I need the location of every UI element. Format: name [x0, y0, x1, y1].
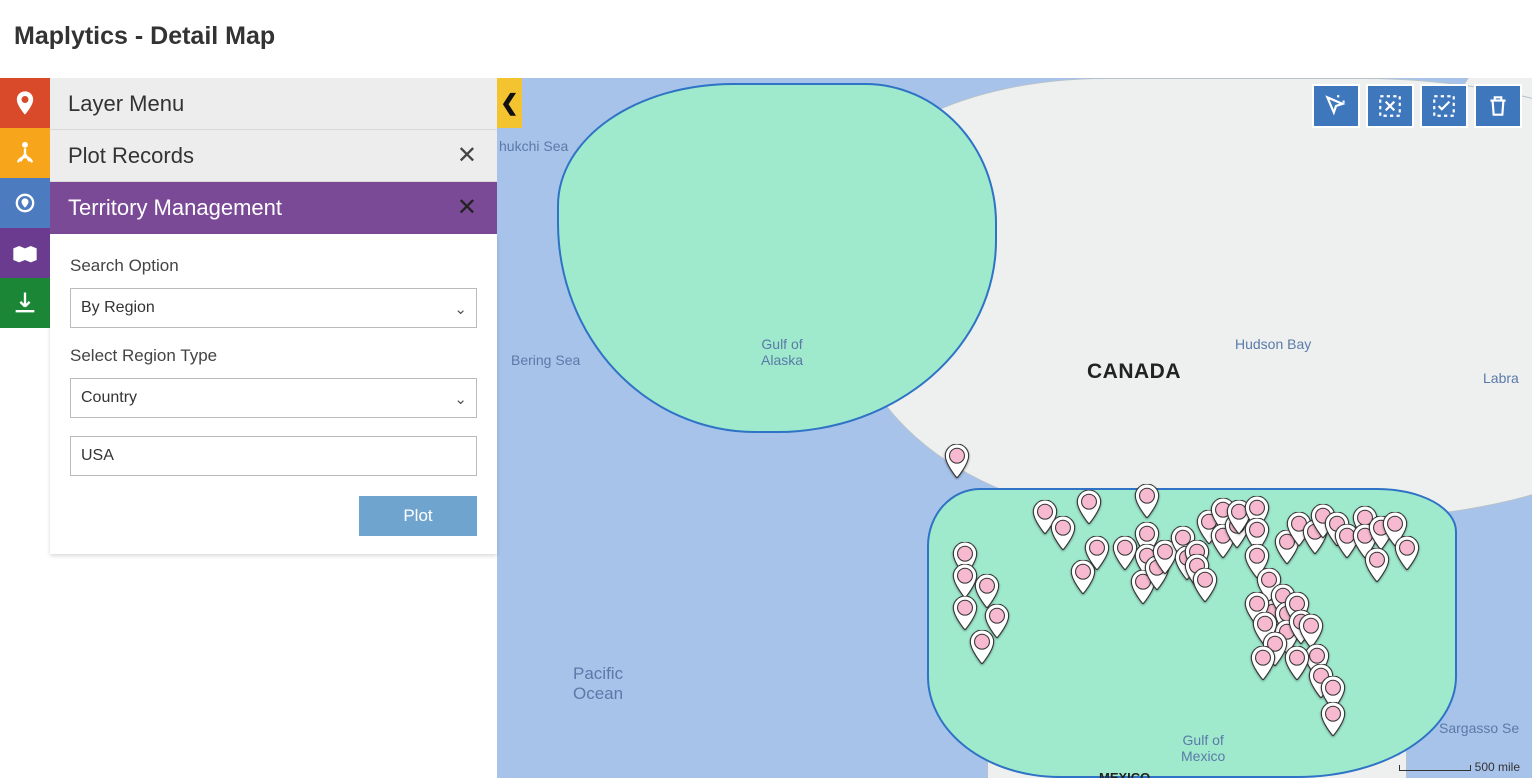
- side-panel: Layer Menu Plot Records ✕ Territory Mana…: [50, 78, 497, 778]
- map-pin[interactable]: [1076, 490, 1102, 524]
- map-canvas[interactable]: CANADA Hudson Bay Labra Gulf of Alaska B…: [497, 78, 1532, 778]
- rail-territory[interactable]: [0, 228, 50, 278]
- select-cursor-icon: [1323, 93, 1349, 119]
- map-pin[interactable]: [1192, 568, 1218, 602]
- panel-collapse-handle[interactable]: ❮: [497, 78, 522, 128]
- tool-select-box[interactable]: [1420, 84, 1468, 128]
- map-pin[interactable]: [974, 574, 1000, 608]
- workspace: Layer Menu Plot Records ✕ Territory Mana…: [0, 78, 1532, 778]
- label-chukchi-sea: hukchi Sea: [499, 138, 568, 154]
- scale-bar: 500 mile: [1399, 760, 1520, 774]
- page-title: Maplytics - Detail Map: [14, 22, 1532, 51]
- search-option-select[interactable]: [70, 288, 477, 328]
- scale-text: 500 mile: [1475, 760, 1520, 774]
- download-icon: [11, 289, 39, 317]
- layer-menu-title: Layer Menu: [68, 91, 184, 117]
- locate-pin-icon: [11, 189, 39, 217]
- chevron-left-icon: ❮: [500, 90, 518, 116]
- tool-deselect-box[interactable]: [1366, 84, 1414, 128]
- map-pin[interactable]: [1050, 516, 1076, 550]
- label-pacific-ocean: Pacific Ocean: [573, 664, 623, 704]
- map-pin[interactable]: [944, 444, 970, 478]
- select-box-icon: [1431, 93, 1457, 119]
- icon-rail: [0, 78, 50, 778]
- map-pin[interactable]: [1250, 646, 1276, 680]
- route-person-icon: [11, 139, 39, 167]
- rail-route[interactable]: [0, 128, 50, 178]
- region-text-input[interactable]: [70, 436, 477, 476]
- map-pin[interactable]: [1320, 702, 1346, 736]
- map-pin[interactable]: [1134, 484, 1160, 518]
- territory-title: Territory Management: [68, 195, 282, 221]
- label-canada: CANADA: [1087, 360, 1181, 384]
- close-icon[interactable]: ✕: [457, 144, 477, 168]
- map-pin[interactable]: [1298, 614, 1324, 648]
- region-type-select[interactable]: [70, 378, 477, 418]
- plot-records-title: Plot Records: [68, 143, 194, 169]
- region-type-label: Select Region Type: [70, 346, 477, 366]
- label-labrador: Labra: [1483, 370, 1519, 386]
- label-bering-sea: Bering Sea: [511, 352, 580, 368]
- rail-locate[interactable]: [0, 178, 50, 228]
- map-pin[interactable]: [1364, 548, 1390, 582]
- territory-panel-body: Search Option ⌄ Select Region Type ⌄ Plo…: [50, 234, 497, 554]
- plot-button[interactable]: Plot: [359, 496, 477, 536]
- label-hudson-bay: Hudson Bay: [1235, 336, 1311, 352]
- territory-header[interactable]: Territory Management ✕: [50, 182, 497, 234]
- map-pin[interactable]: [1284, 646, 1310, 680]
- label-mexico: MEXICO: [1099, 770, 1150, 778]
- label-gulf-alaska: Gulf of Alaska: [761, 336, 803, 368]
- map-toolbar: [1312, 84, 1522, 128]
- layer-menu-header[interactable]: Layer Menu: [50, 78, 497, 130]
- rail-download[interactable]: [0, 278, 50, 328]
- trash-icon: [1485, 93, 1511, 119]
- title-bar: Maplytics - Detail Map: [0, 0, 1532, 78]
- map-pin-icon: [11, 89, 39, 117]
- deselect-box-icon: [1377, 93, 1403, 119]
- map-pin[interactable]: [969, 630, 995, 664]
- tool-delete[interactable]: [1474, 84, 1522, 128]
- plot-records-header[interactable]: Plot Records ✕: [50, 130, 497, 182]
- rail-map-pin[interactable]: [0, 78, 50, 128]
- label-sargasso: Sargasso Se: [1439, 720, 1519, 736]
- close-icon[interactable]: ✕: [457, 196, 477, 220]
- search-option-label: Search Option: [70, 256, 477, 276]
- us-map-icon: [11, 239, 39, 267]
- tool-select-cursor[interactable]: [1312, 84, 1360, 128]
- map-pin[interactable]: [1394, 536, 1420, 570]
- label-gulf-mexico: Gulf of Mexico: [1181, 732, 1225, 764]
- map-pin[interactable]: [1084, 536, 1110, 570]
